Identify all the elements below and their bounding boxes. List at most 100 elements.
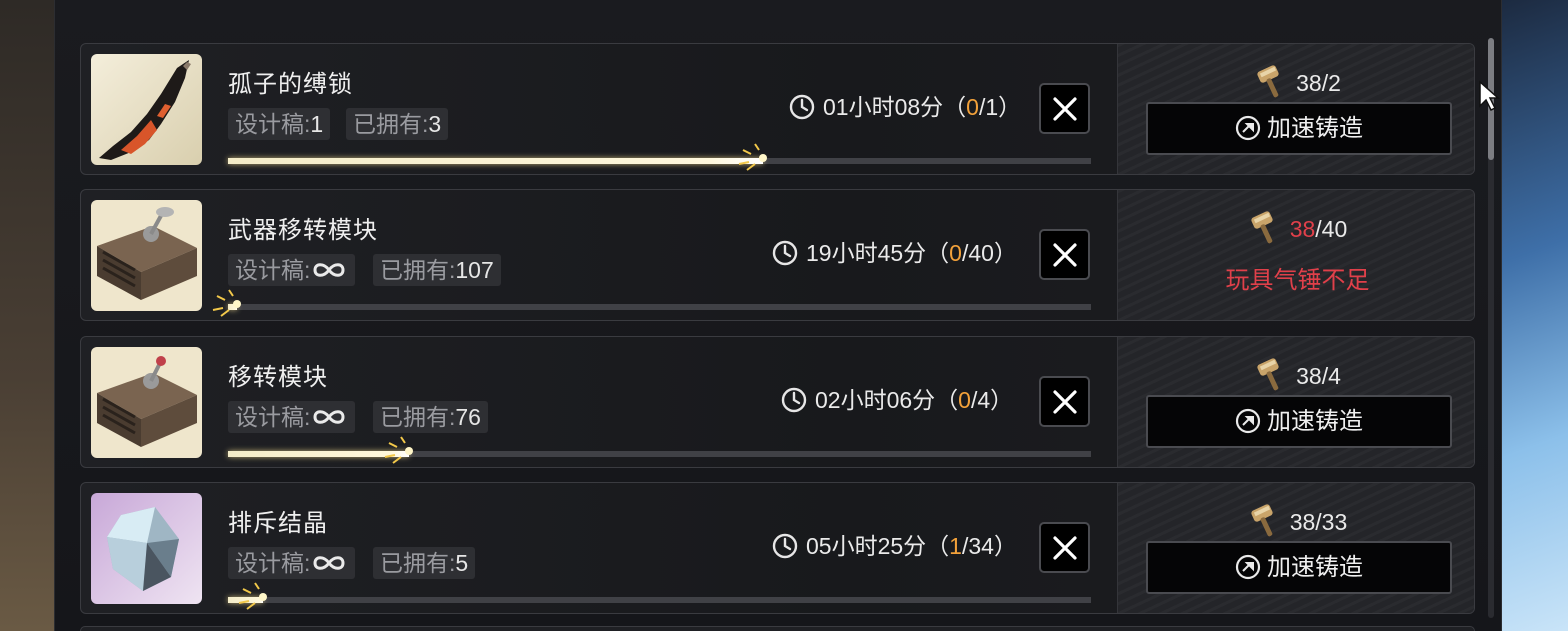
forge-item-row: 孤子的缚锁 设计稿:1 已拥有:3 01小时08分（0/1） 38/2 加速铸造 xyxy=(80,43,1475,175)
hammer-icon xyxy=(1257,65,1279,98)
item-image-module xyxy=(91,200,202,311)
item-title: 排斥结晶 xyxy=(228,510,328,537)
cancel-forge-button[interactable] xyxy=(1039,522,1090,573)
forge-timer: 05小时25分（1/34） xyxy=(772,529,1017,563)
owned-value: 76 xyxy=(455,404,481,430)
blueprint-label: 设计稿: xyxy=(235,257,311,283)
timer-text: 01小时08分（ xyxy=(823,94,967,120)
forge-progress-bar xyxy=(228,582,1091,610)
cursor-icon xyxy=(1479,80,1500,112)
forge-item-row: 排斥结晶 设计稿: 已拥有:5 05小时25分（1/34） 38/33 加速铸造 xyxy=(80,482,1475,614)
hammer-count: 38/2 xyxy=(1118,64,1474,102)
timer-text: 02小时06分（ xyxy=(815,387,959,413)
speedup-icon xyxy=(1235,408,1261,433)
item-title: 移转模块 xyxy=(228,364,328,391)
cancel-forge-button[interactable] xyxy=(1039,229,1090,280)
cancel-forge-button[interactable] xyxy=(1039,83,1090,134)
hammer-icon xyxy=(1251,504,1273,537)
timer-total: /40） xyxy=(961,240,1017,266)
owned-label: 已拥有: xyxy=(380,257,456,283)
owned-label: 已拥有: xyxy=(380,404,456,430)
forge-item-row: 移转模块 设计稿: 已拥有:76 02小时06分（0/4） 38/4 加速铸造 xyxy=(80,336,1475,468)
owned-value: 3 xyxy=(428,111,442,137)
hammer-icon xyxy=(1251,211,1273,244)
background-right xyxy=(1502,0,1568,631)
owned-value: 107 xyxy=(455,257,494,283)
hammer-need: /2 xyxy=(1321,70,1341,96)
hammer-have: 38 xyxy=(1289,216,1316,242)
speed-forge-label: 加速铸造 xyxy=(1267,554,1363,581)
progress-spark xyxy=(212,289,241,317)
close-icon xyxy=(1053,97,1077,121)
next-forge-item-row xyxy=(80,626,1475,631)
forge-timer: 02小时06分（0/4） xyxy=(781,383,1013,417)
owned-label: 已拥有: xyxy=(380,550,456,576)
hammer-have: 38 xyxy=(1296,70,1322,96)
forge-progress-bar xyxy=(228,143,1091,171)
progress-spark xyxy=(738,143,768,171)
hammer-icon xyxy=(1257,358,1279,391)
close-icon xyxy=(1053,243,1077,267)
owned-tag: 已拥有:5 xyxy=(373,547,476,579)
owned-label: 已拥有: xyxy=(353,111,429,137)
background-left xyxy=(0,0,56,631)
timer-text: 19小时45分（ xyxy=(806,240,950,266)
progress-fill xyxy=(228,158,764,164)
hammer-have: 38 xyxy=(1296,363,1322,389)
timer-total: /34） xyxy=(961,533,1017,559)
timer-total: /4） xyxy=(970,387,1014,413)
forge-progress-bar xyxy=(228,436,1091,464)
progress-spark xyxy=(238,582,267,610)
forge-timer: 01小时08分（0/1） xyxy=(789,90,1021,124)
hammer-have: 38 xyxy=(1289,509,1316,535)
timer-total: /1） xyxy=(978,94,1022,120)
blueprint-tag: 设计稿: xyxy=(228,401,356,433)
forge-timer: 19小时45分（0/40） xyxy=(772,236,1017,270)
owned-value: 5 xyxy=(455,550,469,576)
speed-forge-button[interactable]: 加速铸造 xyxy=(1146,395,1452,448)
infinity-icon xyxy=(313,556,345,570)
progress-spark xyxy=(385,436,414,464)
blueprint-label: 设计稿: xyxy=(235,550,311,576)
owned-tag: 已拥有:107 xyxy=(373,254,501,286)
blueprint-label: 设计稿: xyxy=(235,404,311,430)
hammer-count: 38/40 xyxy=(1118,210,1474,248)
speed-forge-button[interactable]: 加速铸造 xyxy=(1146,541,1452,594)
close-icon xyxy=(1053,390,1077,414)
speed-forge-button[interactable]: 加速铸造 xyxy=(1146,102,1452,155)
blueprint-label: 设计稿: xyxy=(235,111,311,137)
speedup-icon xyxy=(1235,115,1261,140)
speedup-panel: 38/2 加速铸造 xyxy=(1117,44,1474,174)
timer-done-count: 0 xyxy=(958,387,971,413)
timer-text: 05小时25分（ xyxy=(806,533,950,559)
hammer-need: /40 xyxy=(1315,216,1348,242)
hammer-count: 38/33 xyxy=(1118,503,1474,541)
close-icon xyxy=(1053,536,1077,560)
clock-icon xyxy=(772,240,798,266)
speedup-panel: 38/33 加速铸造 xyxy=(1117,483,1474,613)
forge-progress-bar xyxy=(212,289,1091,317)
timer-done-count: 1 xyxy=(949,533,962,559)
clock-icon xyxy=(781,387,807,413)
hammer-need: /33 xyxy=(1315,509,1348,535)
item-title: 孤子的缚锁 xyxy=(228,71,353,98)
cancel-forge-button[interactable] xyxy=(1039,376,1090,427)
timer-done-count: 0 xyxy=(949,240,962,266)
speedup-panel: 38/40 玩具气锤不足 xyxy=(1117,190,1474,320)
clock-icon xyxy=(772,533,798,559)
speed-forge-label: 加速铸造 xyxy=(1267,115,1363,142)
item-image-module xyxy=(91,347,202,458)
insufficient-hammer-warning: 玩具气锤不足 xyxy=(1225,267,1370,294)
infinity-icon xyxy=(313,410,345,424)
blueprint-value: 1 xyxy=(310,111,324,137)
blueprint-tag: 设计稿:1 xyxy=(228,108,331,140)
forge-item-row: 武器移转模块 设计稿: 已拥有:107 19小时45分（0/40） 38/40 … xyxy=(80,189,1475,321)
item-title: 武器移转模块 xyxy=(228,217,378,244)
hammer-count: 38/4 xyxy=(1118,357,1474,395)
item-image-blade xyxy=(91,54,202,165)
speedup-icon xyxy=(1235,554,1261,579)
item-image-crystal xyxy=(91,493,202,604)
clock-icon xyxy=(789,94,815,120)
timer-done-count: 0 xyxy=(966,94,979,120)
infinity-icon xyxy=(313,263,345,277)
